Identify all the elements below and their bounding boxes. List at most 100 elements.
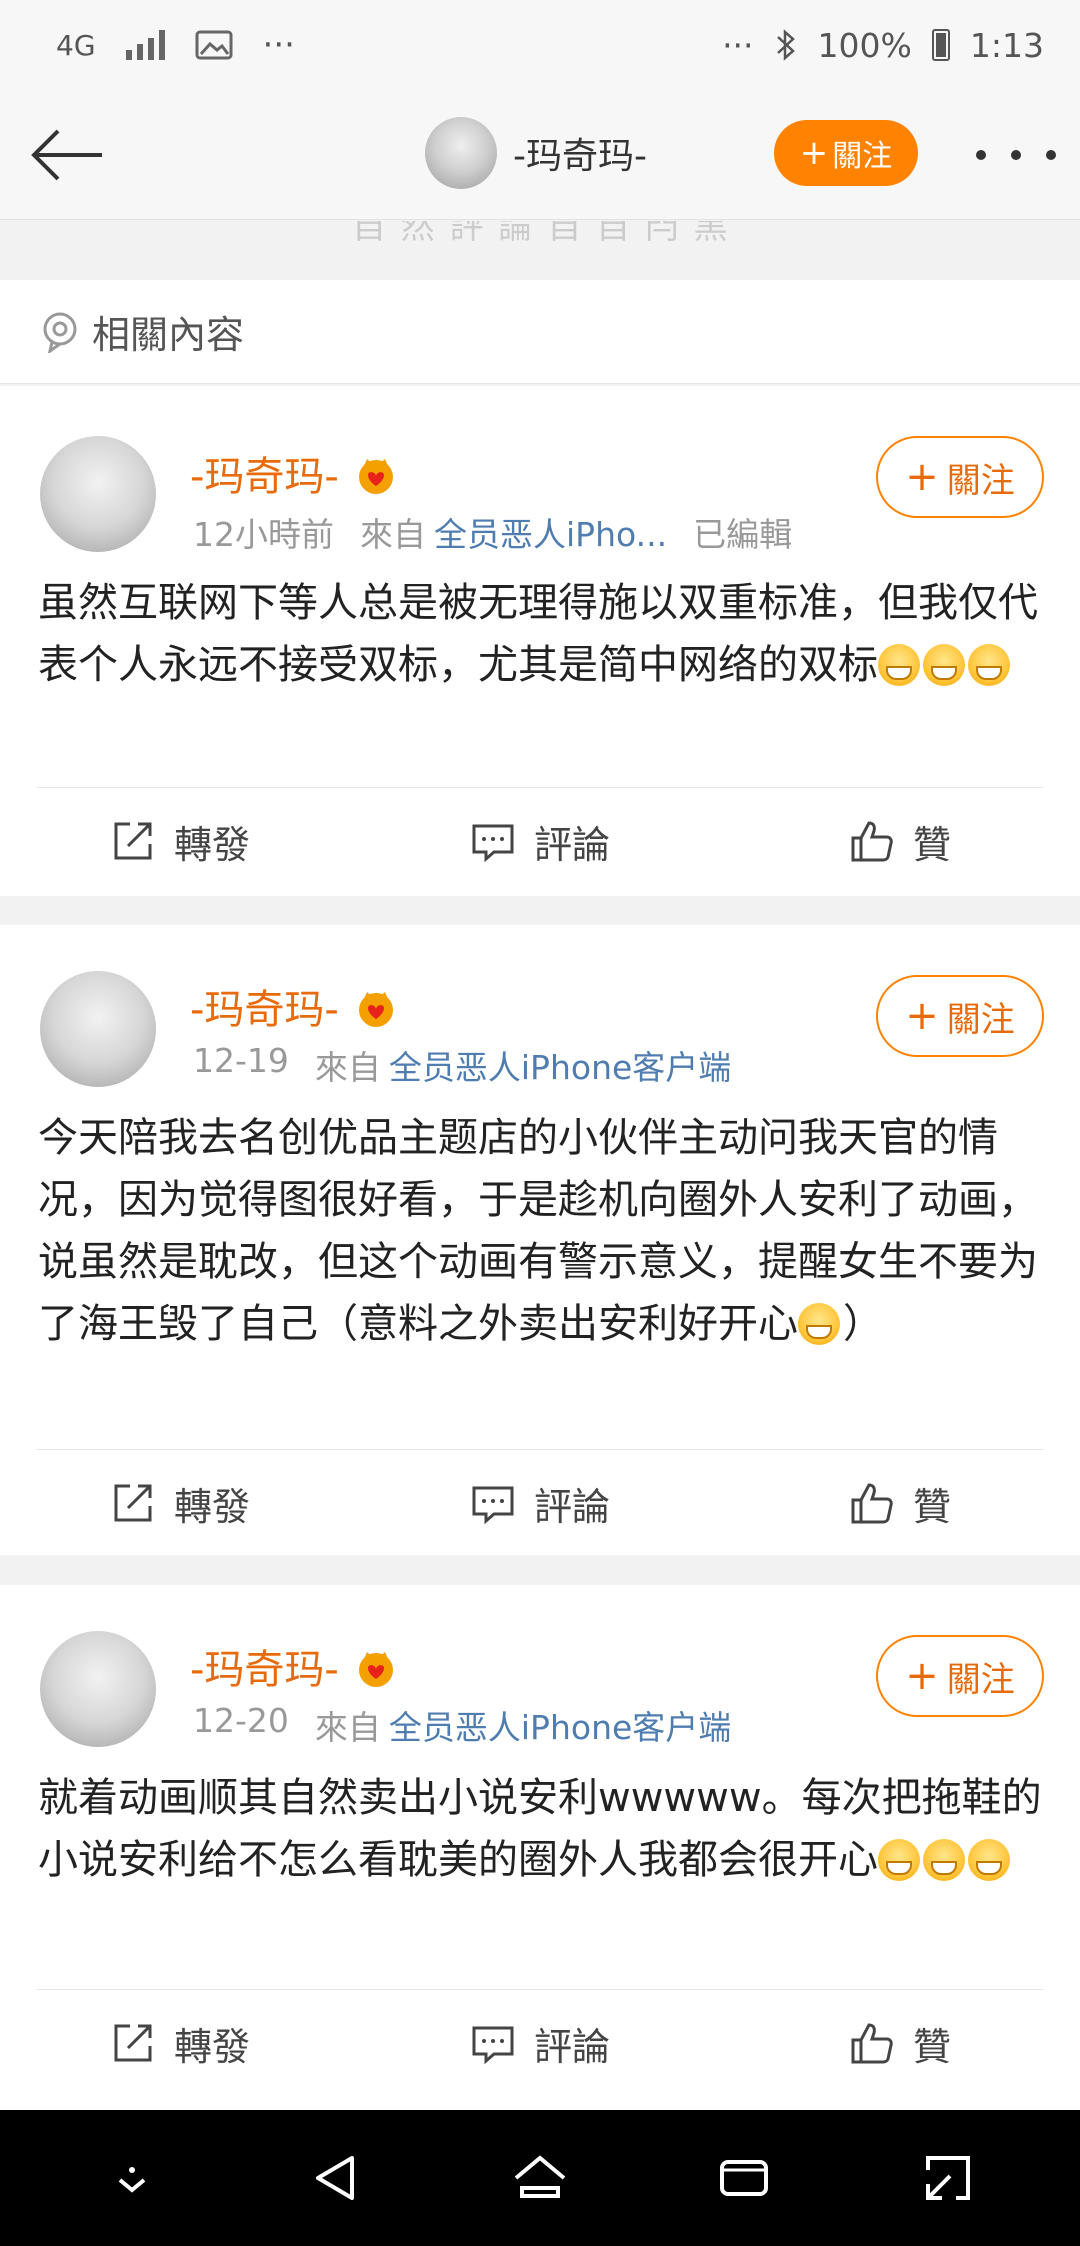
plus-icon: +: [905, 1653, 939, 1699]
thumbs-up-icon: [851, 2023, 893, 2064]
happy-emoji-icon: [923, 1839, 965, 1881]
comment-icon: [472, 824, 514, 863]
happy-emoji-icon: [798, 1303, 840, 1345]
comment-button[interactable]: 評論: [360, 788, 720, 894]
author-name[interactable]: -玛奇玛-: [190, 444, 339, 502]
follow-button[interactable]: + 關注: [876, 975, 1044, 1057]
repost-icon: [114, 1484, 152, 1522]
repost-button[interactable]: 轉發: [0, 1450, 360, 1556]
avatar[interactable]: [40, 971, 156, 1087]
related-header: 相關內容: [0, 280, 1080, 384]
dot-icon: [976, 150, 986, 160]
recent-apps-icon[interactable]: [716, 2150, 772, 2206]
repost-button[interactable]: 轉發: [0, 788, 360, 894]
status-more: ···: [262, 25, 295, 65]
repost-label: 轉發: [173, 1484, 250, 1529]
post-source[interactable]: 全员恶人iPhone客户端: [389, 1701, 731, 1749]
post-time: 12-20: [193, 1701, 289, 1740]
follow-label: 關注: [946, 460, 1015, 501]
post-time: 12小時前: [193, 515, 334, 554]
grin-emoji-icon: [878, 644, 920, 686]
post-time: 12-19: [193, 1041, 289, 1080]
from-label: 來自: [314, 1708, 381, 1747]
related-icon: [43, 312, 77, 353]
expand-icon[interactable]: [920, 2150, 976, 2206]
comment-button[interactable]: 評論: [360, 1990, 720, 2096]
related-label: 相關內容: [92, 313, 245, 357]
system-nav-bar: [0, 2110, 1080, 2246]
post-card[interactable]: -玛奇玛- 12-20 來自 全员恶人iPhone客户端 + 關注 就着动画顺其自然…: [0, 1585, 1080, 2110]
nav-user[interactable]: -玛奇玛-: [425, 117, 647, 189]
post-source[interactable]: 全员恶人iPhone客户端: [389, 1041, 731, 1089]
follow-button[interactable]: + 關注: [876, 1635, 1044, 1717]
peek-text: 自 然 評 論 自 自 閂 黑: [352, 221, 730, 247]
like-label: 贊: [912, 822, 951, 867]
dot-icon: [1046, 150, 1056, 160]
edited-label: 已編輯: [693, 515, 793, 554]
crown-badge-icon: [358, 1652, 393, 1687]
post-card[interactable]: -玛奇玛- 12-19 來自 全员恶人iPhone客户端 + 關注 今天陪我去名创优…: [0, 925, 1080, 1555]
home-icon[interactable]: [512, 2150, 568, 2206]
image-icon: [195, 30, 233, 60]
follow-button-top[interactable]: + 關注: [774, 120, 918, 186]
battery-icon: [931, 29, 950, 61]
action-bar: 轉發 評論 贊: [0, 788, 1080, 894]
status-more-right: ···: [722, 25, 754, 65]
post-text-wrap[interactable]: 今天陪我去名创优品主题店的小伙伴主动问我天官的情况，因为觉得图很好看，于是趁机向…: [38, 1107, 1044, 1355]
back-button[interactable]: [28, 120, 108, 190]
post-source[interactable]: 全员恶人iPho...: [434, 508, 667, 556]
plus-icon: +: [799, 133, 829, 173]
status-bar: 4G ··· ··· 100% 1:13: [0, 0, 1080, 90]
comment-label: 評論: [533, 822, 610, 867]
repost-label: 轉發: [173, 2024, 250, 2069]
bluetooth-icon: [776, 29, 795, 61]
more-button[interactable]: [976, 130, 1056, 180]
like-button[interactable]: 贊: [720, 1450, 1080, 1556]
follow-label: 關注: [946, 999, 1015, 1040]
signal-icon: [125, 30, 165, 60]
like-label: 贊: [912, 2024, 951, 2069]
follow-label: 關注: [832, 139, 893, 174]
post-meta: 12小時前 來自 全员恶人iPho... 已編輯: [193, 508, 792, 556]
plus-icon: +: [905, 993, 939, 1039]
back-triangle-icon[interactable]: [308, 2150, 364, 2206]
post-meta: 12-19 來自 全员恶人iPhone客户端: [193, 1041, 731, 1089]
post-card[interactable]: -玛奇玛- 12小時前 來自 全员恶人iPho... 已編輯 + 關注 虽然互联网下…: [0, 386, 1080, 896]
grin-emoji-icon: [923, 644, 965, 686]
clock: 1:13: [969, 25, 1044, 65]
avatar: [425, 117, 497, 189]
thumbs-up-icon: [851, 821, 893, 862]
author-name[interactable]: -玛奇玛-: [190, 977, 339, 1035]
like-label: 贊: [912, 1484, 951, 1529]
author-name[interactable]: -玛奇玛-: [190, 1637, 339, 1695]
happy-emoji-icon: [968, 1839, 1010, 1881]
post-text: 今天陪我去名创优品主题店的小伙伴主动问我天官的情况，因为觉得图很好看，于是趁机向…: [38, 1115, 1038, 1347]
nav-bar: -玛奇玛- + 關注: [0, 90, 1080, 220]
thumbs-up-icon: [851, 1483, 893, 1524]
repost-icon: [114, 822, 152, 860]
like-button[interactable]: 贊: [720, 788, 1080, 894]
crown-badge-icon: [358, 459, 393, 494]
arrow-left-icon: [31, 129, 102, 181]
follow-button[interactable]: + 關注: [876, 436, 1044, 518]
comment-button[interactable]: 評論: [360, 1450, 720, 1556]
post-text-wrap[interactable]: 就着动画顺其自然卖出小说安利wwwww。每次把拖鞋的小说安利给不怎么看耽美的圈外…: [38, 1767, 1044, 1891]
action-bar: 轉發 評論 贊: [0, 1450, 1080, 1556]
from-label: 來自: [314, 1048, 381, 1087]
from-label: 來自: [360, 515, 426, 554]
comment-icon: [472, 1486, 514, 1525]
avatar[interactable]: [40, 436, 156, 552]
dot-icon: [1011, 150, 1021, 160]
comment-label: 評論: [533, 2024, 610, 2069]
nav-title: -玛奇玛-: [513, 136, 647, 177]
avatar[interactable]: [40, 1631, 156, 1747]
peek-strip: 自 然 評 論 自 自 閂 黑: [0, 221, 1080, 277]
happy-emoji-icon: [878, 1839, 920, 1881]
repost-button[interactable]: 轉發: [0, 1990, 360, 2096]
post-text-wrap[interactable]: 虽然互联网下等人总是被无理得施以双重标准，但我仅代表个人永远不接受双标，尤其是简…: [38, 572, 1044, 696]
chevron-down-icon[interactable]: [104, 2150, 160, 2206]
repost-label: 轉發: [173, 822, 250, 867]
comment-label: 評論: [533, 1484, 610, 1529]
crown-badge-icon: [358, 992, 393, 1027]
like-button[interactable]: 贊: [720, 1990, 1080, 2096]
